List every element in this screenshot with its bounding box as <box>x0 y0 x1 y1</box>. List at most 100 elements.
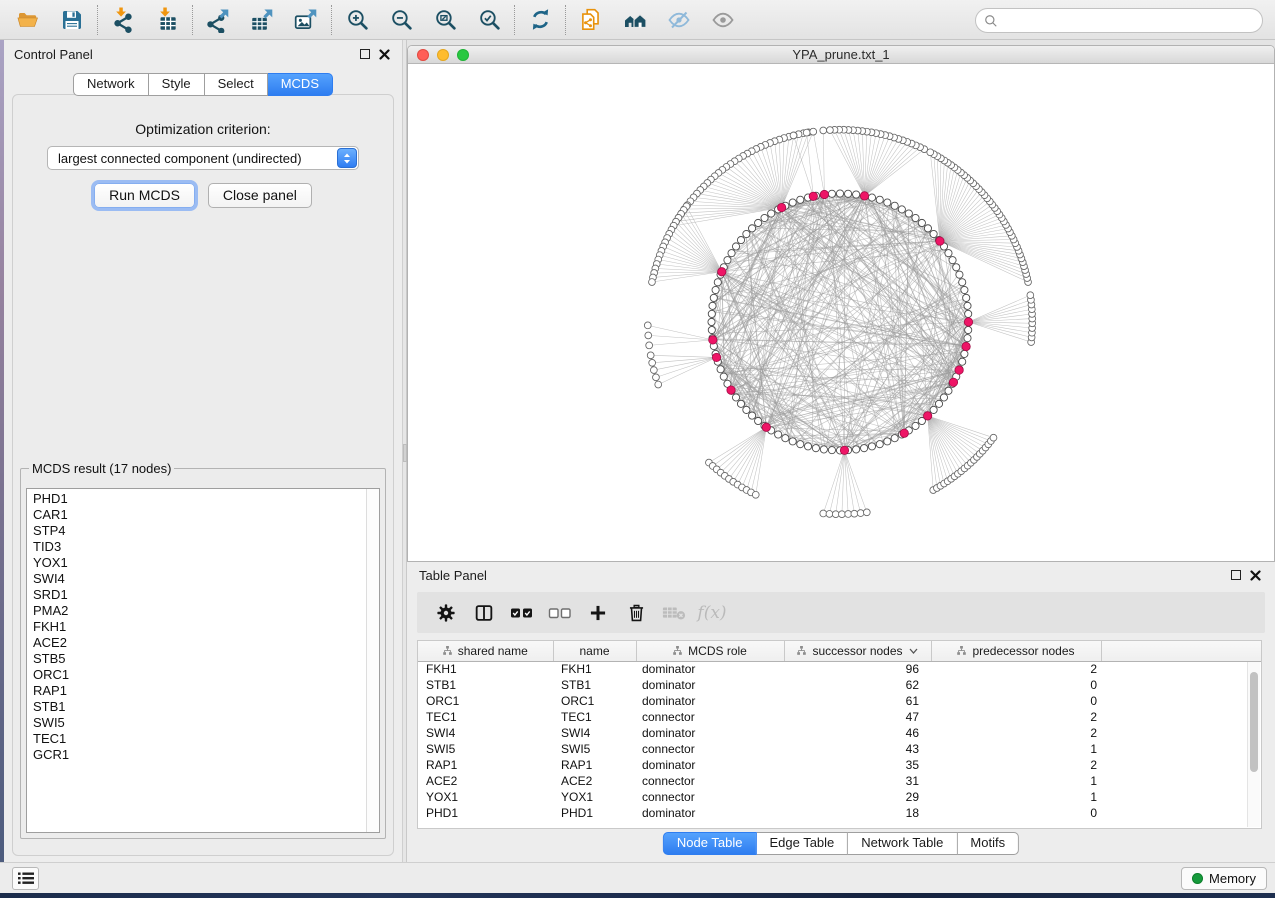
tab-style[interactable]: Style <box>149 73 205 96</box>
table-row[interactable]: ACE2ACE2connector311 <box>418 773 1261 789</box>
control-panel-tabs: Network Style Select MCDS <box>4 73 402 96</box>
table-row[interactable]: PHD1PHD1dominator180 <box>418 805 1261 821</box>
mcds-result-item[interactable]: PMA2 <box>27 603 365 619</box>
column-header-shared-name[interactable]: shared name <box>418 641 553 661</box>
import-table-icon[interactable] <box>145 3 189 37</box>
table-row[interactable]: ORC1ORC1dominator610 <box>418 693 1261 709</box>
zoom-out-icon[interactable] <box>379 3 423 37</box>
refresh-layout-icon[interactable] <box>518 3 562 37</box>
tree-icon <box>673 646 682 655</box>
table-row[interactable]: TEC1TEC1connector472 <box>418 709 1261 725</box>
split-view-icon[interactable] <box>465 596 503 630</box>
houses-icon[interactable] <box>613 3 657 37</box>
table-row[interactable]: YOX1YOX1connector291 <box>418 789 1261 805</box>
table-row[interactable]: STB1STB1dominator620 <box>418 677 1261 693</box>
float-table-panel-icon[interactable] <box>1231 570 1241 580</box>
tab-network[interactable]: Network <box>73 73 149 96</box>
main-toolbar <box>0 0 1275 40</box>
export-network-icon[interactable] <box>196 3 240 37</box>
mcds-result-item[interactable]: STB1 <box>27 699 365 715</box>
export-table-icon[interactable] <box>240 3 284 37</box>
hide-selected-icon[interactable] <box>657 3 701 37</box>
mcds-result-item[interactable]: SWI5 <box>27 715 365 731</box>
mcds-result-item[interactable]: STP4 <box>27 523 365 539</box>
dropdown-stepper-icon <box>337 148 357 168</box>
tree-icon <box>957 646 966 655</box>
tree-icon <box>797 646 806 655</box>
maximize-window-icon[interactable] <box>457 49 469 61</box>
add-column-icon[interactable] <box>579 596 617 630</box>
mcds-result-item[interactable]: YOX1 <box>27 555 365 571</box>
deselect-all-icon[interactable] <box>541 596 579 630</box>
column-header-predecessor-nodes[interactable]: predecessor nodes <box>931 641 1101 661</box>
tab-mcds[interactable]: MCDS <box>268 73 333 96</box>
column-header-name[interactable]: name <box>553 641 636 661</box>
task-history-button[interactable] <box>12 867 39 890</box>
show-all-icon[interactable] <box>701 3 745 37</box>
import-network-icon[interactable] <box>101 3 145 37</box>
table-toolbar: f(x) <box>417 592 1265 633</box>
tab-motifs[interactable]: Motifs <box>957 832 1019 855</box>
select-all-icon[interactable] <box>503 596 541 630</box>
mcds-result-item[interactable]: FKH1 <box>27 619 365 635</box>
zoom-fit-icon[interactable] <box>423 3 467 37</box>
mcds-result-item[interactable]: SRD1 <box>27 587 365 603</box>
mcds-result-item[interactable]: PHD1 <box>27 491 365 507</box>
table-scrollbar[interactable] <box>1247 662 1260 827</box>
gear-icon[interactable] <box>427 596 465 630</box>
table-row[interactable]: SWI4SWI4dominator462 <box>418 725 1261 741</box>
close-window-icon[interactable] <box>417 49 429 61</box>
float-panel-icon[interactable] <box>360 49 370 59</box>
toolbar-separator <box>565 5 566 35</box>
column-header-mcds-role[interactable]: MCDS role <box>636 641 784 661</box>
table-row[interactable]: FKH1FKH1dominator962 <box>418 661 1261 677</box>
zoom-selected-icon[interactable] <box>467 3 511 37</box>
tab-node-table[interactable]: Node Table <box>663 832 757 855</box>
table-panel-tabs: Node Table Edge Table Network Table Moti… <box>663 832 1019 855</box>
search-field[interactable] <box>975 8 1263 33</box>
close-panel-button[interactable]: Close panel <box>208 183 312 208</box>
fx-label: f(x) <box>697 603 726 623</box>
toolbar-separator <box>97 5 98 35</box>
mcds-result-item[interactable]: RAP1 <box>27 683 365 699</box>
network-window-titlebar[interactable]: YPA_prune.txt_1 <box>408 46 1274 64</box>
close-panel-icon[interactable] <box>379 49 390 60</box>
function-builder-icon: f(x) <box>693 596 731 630</box>
tab-network-table[interactable]: Network Table <box>848 832 957 855</box>
mcds-result-item[interactable]: ACE2 <box>27 635 365 651</box>
mcds-result-item[interactable]: TEC1 <box>27 731 365 747</box>
export-image-icon[interactable] <box>284 3 328 37</box>
search-input[interactable] <box>1003 13 1262 28</box>
column-header-successor-nodes[interactable]: successor nodes <box>784 641 931 661</box>
criterion-dropdown[interactable]: largest connected component (undirected) <box>47 146 359 170</box>
duplicate-network-icon[interactable] <box>569 3 613 37</box>
criterion-selected-value: largest connected component (undirected) <box>48 151 337 166</box>
mcds-result-item[interactable]: TID3 <box>27 539 365 555</box>
zoom-in-icon[interactable] <box>335 3 379 37</box>
network-canvas[interactable] <box>408 65 1274 561</box>
tab-select[interactable]: Select <box>205 73 268 96</box>
memory-button[interactable]: Memory <box>1181 867 1267 890</box>
node-table-body: FKH1FKH1dominator962STB1STB1dominator620… <box>418 661 1261 821</box>
table-scrollbar-thumb[interactable] <box>1250 672 1258 772</box>
open-file-icon[interactable] <box>6 3 50 37</box>
mcds-result-list: PHD1CAR1STP4TID3YOX1SWI4SRD1PMA2FKH1ACE2… <box>27 491 365 832</box>
mcds-result-item[interactable]: SWI4 <box>27 571 365 587</box>
close-table-panel-icon[interactable] <box>1250 570 1261 581</box>
mcds-result-item[interactable]: ORC1 <box>27 667 365 683</box>
minimize-window-icon[interactable] <box>437 49 449 61</box>
mcds-result-item[interactable]: GCR1 <box>27 747 365 763</box>
run-mcds-button[interactable]: Run MCDS <box>94 183 195 208</box>
mcds-result-item[interactable]: STB5 <box>27 651 365 667</box>
save-session-icon[interactable] <box>50 3 94 37</box>
right-area: YPA_prune.txt_1 Table Panel <box>407 40 1275 862</box>
table-row[interactable]: RAP1RAP1dominator352 <box>418 757 1261 773</box>
table-row[interactable]: SWI5SWI5connector431 <box>418 741 1261 757</box>
network-window-title: YPA_prune.txt_1 <box>408 46 1274 63</box>
node-table: shared name name MCDS role successor nod… <box>417 640 1262 829</box>
mcds-result-item[interactable]: CAR1 <box>27 507 365 523</box>
tab-edge-table[interactable]: Edge Table <box>756 832 848 855</box>
mcds-list-scrollbar[interactable] <box>366 489 379 832</box>
desktop-edge-left <box>0 40 4 862</box>
trash-icon[interactable] <box>617 596 655 630</box>
